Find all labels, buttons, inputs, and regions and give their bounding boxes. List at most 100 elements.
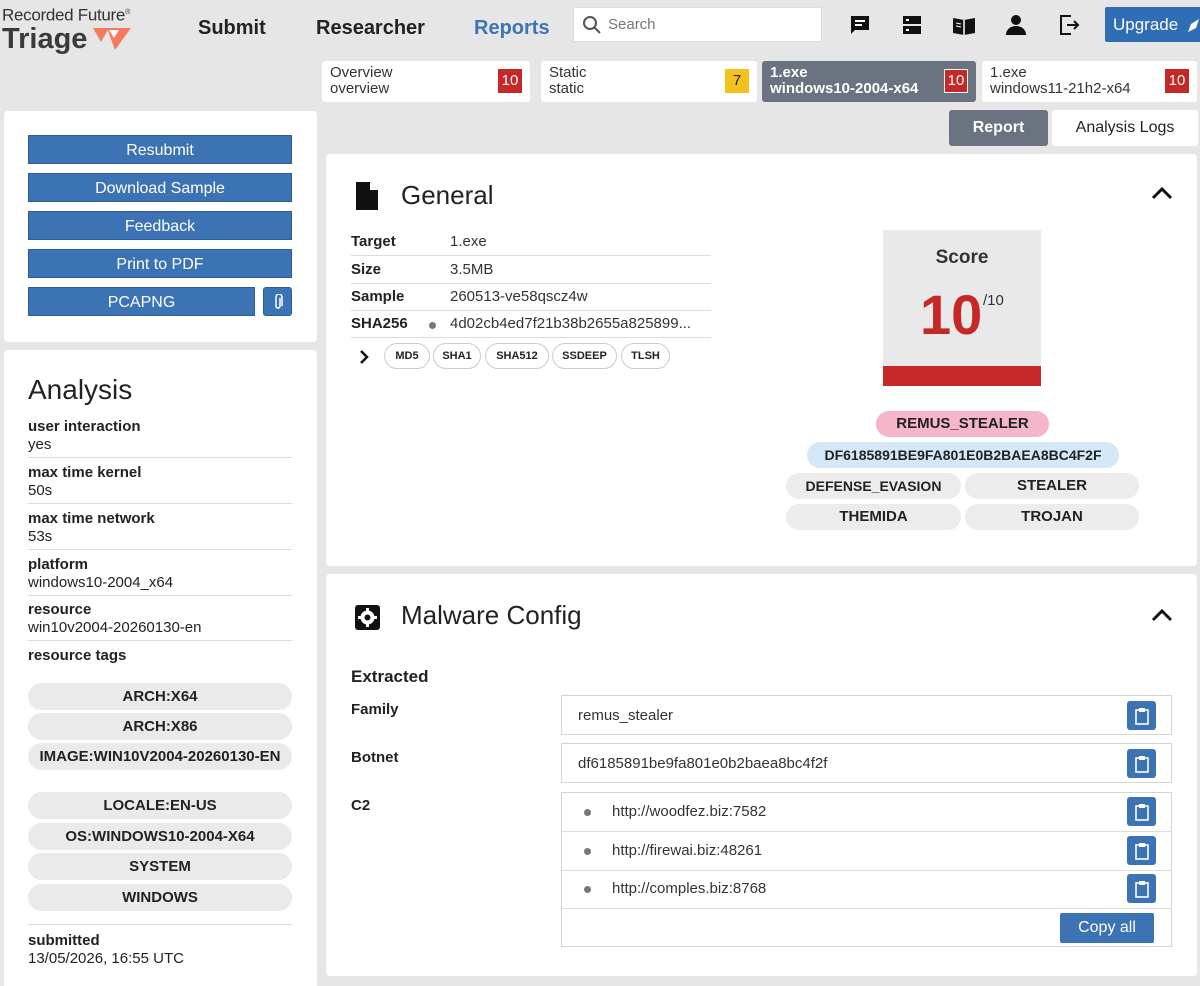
submitted-value: 13/05/2026, 16:55 UTC — [28, 950, 184, 967]
analysis-title: Analysis — [28, 374, 133, 405]
hash-sha1[interactable]: SHA1 — [433, 343, 481, 369]
pcapng-button[interactable]: PCAPNG — [28, 287, 255, 316]
resource-tags-label: resource tags — [28, 647, 292, 665]
resource-tag: ARCH:X64 — [28, 683, 292, 710]
book-icon[interactable] — [952, 13, 976, 37]
behavior-tag[interactable]: DEFENSE_EVASION — [786, 473, 961, 499]
c2-row: http://firewai.biz:48261 — [562, 832, 1171, 871]
download-sample-button[interactable]: Download Sample — [28, 173, 292, 202]
search-input[interactable] — [608, 16, 808, 33]
tab-windows10[interactable]: 1.exe windows10-2004-x64 10 — [762, 61, 976, 102]
analysis-key: platform — [28, 556, 88, 573]
analysis-key: max time kernel — [28, 464, 142, 481]
print-pdf-button[interactable]: Print to PDF — [28, 249, 292, 278]
info-value[interactable]: 4d02cb4ed7f21b38b2655a825899... — [450, 311, 691, 337]
info-key: Sample — [351, 288, 405, 305]
resource-tag: IMAGE:WIN10V2004-20260130-EN — [28, 743, 292, 770]
chevron-up-icon[interactable] — [1151, 608, 1173, 622]
score-box: Score 10 /10 — [883, 230, 1041, 386]
search-icon — [583, 15, 601, 34]
info-key: SHA256 — [351, 315, 408, 332]
copy-all-button[interactable]: Copy all — [1060, 913, 1154, 943]
analysis-item: platform windows10-2004_x64 — [28, 556, 292, 596]
analysis-logs-button[interactable]: Analysis Logs — [1052, 110, 1198, 146]
feedback-button[interactable]: Feedback — [28, 211, 292, 240]
c2-url[interactable]: http://woodfez.biz:7582 — [612, 803, 766, 820]
resource-tag: SYSTEM — [28, 853, 292, 880]
tab-title: Overview — [330, 64, 393, 81]
user-icon[interactable] — [1004, 13, 1028, 37]
analysis-panel: Analysis user interaction yes max time k… — [4, 350, 317, 986]
tab-title: 1.exe — [770, 64, 808, 81]
submitted-key: submitted — [28, 932, 100, 949]
tab-static[interactable]: Static static 7 — [541, 61, 757, 102]
extracted-heading: Extracted — [351, 667, 429, 686]
copy-c2-button[interactable] — [1127, 836, 1156, 865]
family-tag[interactable]: REMUS_STEALER — [876, 411, 1049, 437]
behavior-tag[interactable]: STEALER — [965, 473, 1139, 499]
hash-tlsh[interactable]: TLSH — [621, 343, 670, 369]
upgrade-button[interactable]: Upgrade — [1105, 7, 1200, 42]
copy-botnet-button[interactable] — [1127, 749, 1156, 778]
tab-windows11[interactable]: 1.exe windows11-21h2-x64 10 — [982, 61, 1197, 102]
tab-title: 1.exe — [990, 64, 1027, 81]
general-title: General — [401, 180, 494, 210]
botnet-value[interactable]: df6185891be9fa801e0b2baea8bc4f2f — [578, 755, 827, 772]
family-field: remus_stealer — [561, 695, 1172, 735]
nav-reports[interactable]: Reports — [474, 16, 550, 40]
resubmit-button[interactable]: Resubmit — [28, 135, 292, 164]
info-key: Size — [351, 261, 382, 278]
upgrade-label: Upgrade — [1113, 15, 1179, 34]
analysis-key: user interaction — [28, 418, 141, 435]
attach-button[interactable] — [263, 287, 292, 316]
sha256-row: SHA256 4d02cb4ed7f21b38b2655a825899... — [351, 311, 711, 338]
brand-logo[interactable]: Recorded Future® Triage — [2, 4, 132, 53]
copy-c2-button[interactable] — [1127, 797, 1156, 826]
botnet-field: df6185891be9fa801e0b2baea8bc4f2f — [561, 743, 1172, 783]
c2-url[interactable]: http://firewai.biz:48261 — [612, 842, 762, 859]
chevron-up-icon[interactable] — [1151, 186, 1173, 200]
tab-overview[interactable]: Overview overview 10 — [322, 61, 530, 102]
botnet-tag[interactable]: DF6185891BE9FA801E0B2BAEA8BC4F2F — [807, 442, 1119, 468]
target-row: Target 1.exe — [351, 229, 711, 256]
c2-label: C2 — [351, 797, 371, 814]
behavior-tag[interactable]: TROJAN — [965, 504, 1139, 530]
info-value: 3.5MB — [450, 261, 494, 278]
copy-family-button[interactable] — [1127, 701, 1156, 730]
chevron-right-icon[interactable] — [359, 350, 369, 364]
search-box[interactable] — [573, 7, 822, 42]
analysis-value: 53s — [28, 528, 53, 545]
analysis-item: max time network 53s — [28, 510, 292, 550]
general-panel: General Target 1.exe Size 3.5MB Sample 2… — [326, 154, 1197, 566]
score-badge: 7 — [725, 69, 749, 93]
score-badge: 10 — [1165, 69, 1189, 93]
botnet-label: Botnet — [351, 749, 399, 766]
family-value[interactable]: remus_stealer — [578, 707, 673, 724]
clipboard-icon — [1134, 803, 1149, 821]
dashboard-icon[interactable] — [900, 13, 924, 37]
rocket-icon — [1187, 18, 1199, 32]
tab-subtitle: windows10-2004-x64 — [770, 80, 919, 97]
nav-researcher[interactable]: Researcher — [316, 16, 425, 40]
hash-sha512[interactable]: SHA512 — [485, 343, 549, 369]
analysis-value: yes — [28, 436, 52, 453]
c2-url[interactable]: http://comples.biz:8768 — [612, 880, 766, 897]
copy-c2-button[interactable] — [1127, 874, 1156, 903]
hash-md5[interactable]: MD5 — [384, 343, 430, 369]
clipboard-icon — [1134, 880, 1149, 898]
info-value: 1.exe — [450, 233, 487, 250]
bullet-icon — [429, 322, 436, 329]
nav-submit[interactable]: Submit — [198, 16, 266, 40]
analysis-item: user interaction yes — [28, 418, 292, 458]
bullet-icon — [584, 809, 591, 816]
report-tab-button[interactable]: Report — [949, 110, 1048, 146]
hash-ssdeep[interactable]: SSDEEP — [552, 343, 617, 369]
logout-icon[interactable] — [1057, 13, 1081, 37]
family-label: Family — [351, 701, 399, 718]
behavior-tag[interactable]: THEMIDA — [786, 504, 961, 530]
gear-icon — [355, 605, 380, 630]
sample-row: Sample 260513-ve58qscz4w — [351, 284, 711, 311]
analysis-key: resource — [28, 601, 92, 618]
chat-icon[interactable] — [848, 13, 872, 37]
actions-panel: Resubmit Download Sample Feedback Print … — [4, 111, 317, 342]
